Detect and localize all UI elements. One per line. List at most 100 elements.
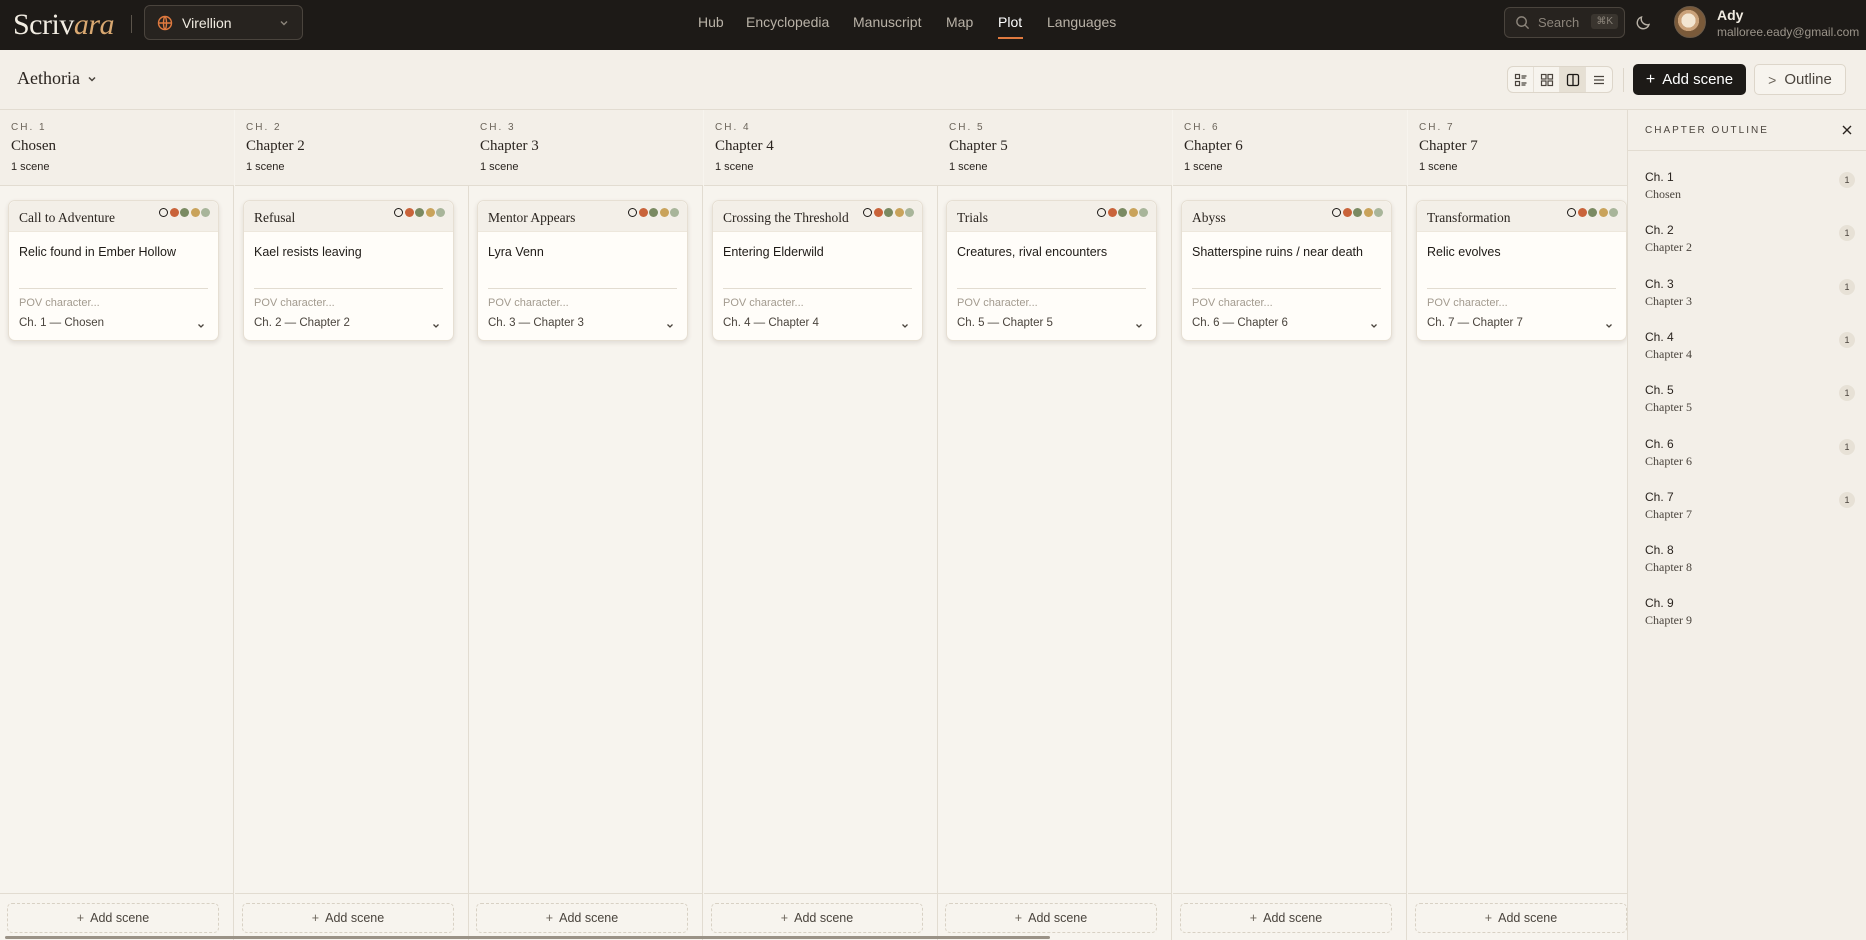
- scene-summary[interactable]: Creatures, rival encounters: [957, 245, 1107, 259]
- color-dot[interactable]: [1332, 208, 1341, 217]
- nav-hub[interactable]: Hub: [698, 14, 724, 30]
- chapter-select[interactable]: Ch. 1 — Chosen: [19, 317, 104, 329]
- scene-title[interactable]: Call to Adventure: [19, 210, 115, 226]
- nav-encyclopedia[interactable]: Encyclopedia: [746, 14, 829, 30]
- world-selector[interactable]: Virellion: [144, 5, 303, 40]
- outline-item[interactable]: Ch. 9 Chapter 9: [1645, 596, 1855, 636]
- outline-item[interactable]: Ch. 6 Chapter 6 1: [1645, 437, 1855, 477]
- outline-item[interactable]: Ch. 3 Chapter 3 1: [1645, 277, 1855, 317]
- color-dot[interactable]: [190, 208, 200, 217]
- scene-title[interactable]: Refusal: [254, 210, 295, 226]
- scene-card[interactable]: Transformation Relic evolves POV charact…: [1416, 200, 1627, 341]
- color-dot[interactable]: [1609, 208, 1618, 217]
- nav-plot[interactable]: Plot: [998, 14, 1022, 30]
- color-dot[interactable]: [1588, 208, 1597, 217]
- chapter-title[interactable]: Chapter 2: [246, 138, 305, 155]
- board-view-button[interactable]: [1560, 67, 1586, 92]
- scene-card[interactable]: Trials Creatures, rival encounters POV c…: [946, 200, 1157, 341]
- scene-card[interactable]: Crossing the Threshold Entering Elderwil…: [712, 200, 923, 341]
- outline-item[interactable]: Ch. 5 Chapter 5 1: [1645, 383, 1855, 423]
- avatar[interactable]: [1674, 6, 1706, 38]
- app-logo[interactable]: Scrivara: [13, 8, 115, 42]
- add-scene-to-column-button[interactable]: + Add scene: [242, 903, 454, 933]
- chapter-select[interactable]: Ch. 2 — Chapter 2: [254, 317, 350, 329]
- moon-icon[interactable]: [1635, 13, 1653, 31]
- color-dot[interactable]: [1097, 208, 1106, 217]
- scene-summary[interactable]: Shatterspine ruins / near death: [1192, 245, 1363, 259]
- search-input[interactable]: Search ⌘K: [1504, 7, 1625, 38]
- chapter-title[interactable]: Chapter 7: [1419, 138, 1478, 155]
- nav-languages[interactable]: Languages: [1047, 14, 1116, 30]
- add-scene-to-column-button[interactable]: + Add scene: [476, 903, 688, 933]
- scene-title[interactable]: Transformation: [1427, 210, 1511, 226]
- chapter-title[interactable]: Chapter 4: [715, 138, 774, 155]
- color-dot[interactable]: [1363, 208, 1373, 217]
- color-dot[interactable]: [628, 208, 637, 217]
- color-dot[interactable]: [1577, 208, 1587, 217]
- pov-input[interactable]: POV character...: [488, 297, 569, 309]
- scene-summary[interactable]: Kael resists leaving: [254, 245, 362, 259]
- pov-input[interactable]: POV character...: [19, 297, 100, 309]
- color-dot[interactable]: [201, 208, 210, 217]
- chapter-title[interactable]: Chapter 3: [480, 138, 539, 155]
- color-dot[interactable]: [425, 208, 435, 217]
- color-dot[interactable]: [404, 208, 414, 217]
- scene-card[interactable]: Call to Adventure Relic found in Ember H…: [8, 200, 219, 341]
- pov-input[interactable]: POV character...: [723, 297, 804, 309]
- chapter-title[interactable]: Chosen: [11, 138, 56, 155]
- chapter-select[interactable]: Ch. 5 — Chapter 5: [957, 317, 1053, 329]
- scene-title[interactable]: Crossing the Threshold: [723, 210, 849, 226]
- list-view-button[interactable]: [1586, 67, 1612, 92]
- color-dot[interactable]: [638, 208, 648, 217]
- color-dot[interactable]: [1353, 208, 1362, 217]
- color-dot[interactable]: [670, 208, 679, 217]
- color-dot[interactable]: [873, 208, 883, 217]
- chapter-select[interactable]: Ch. 7 — Chapter 7: [1427, 317, 1523, 329]
- nav-map[interactable]: Map: [946, 14, 973, 30]
- color-dot[interactable]: [863, 208, 872, 217]
- color-dot[interactable]: [1139, 208, 1148, 217]
- color-dot[interactable]: [905, 208, 914, 217]
- scene-summary[interactable]: Relic evolves: [1427, 245, 1501, 259]
- color-dot[interactable]: [1107, 208, 1117, 217]
- scene-summary[interactable]: Entering Elderwild: [723, 245, 824, 259]
- add-scene-to-column-button[interactable]: + Add scene: [945, 903, 1157, 933]
- scene-card[interactable]: Mentor Appears Lyra Venn POV character..…: [477, 200, 688, 341]
- color-dot[interactable]: [415, 208, 424, 217]
- nav-manuscript[interactable]: Manuscript: [853, 14, 921, 30]
- outline-button[interactable]: > Outline: [1754, 64, 1846, 95]
- color-dot[interactable]: [884, 208, 893, 217]
- scene-card[interactable]: Abyss Shatterspine ruins / near death PO…: [1181, 200, 1392, 341]
- chapter-select[interactable]: Ch. 6 — Chapter 6: [1192, 317, 1288, 329]
- color-dot[interactable]: [1128, 208, 1138, 217]
- color-dot[interactable]: [1118, 208, 1127, 217]
- color-dot[interactable]: [1342, 208, 1352, 217]
- list-detail-view-button[interactable]: [1508, 67, 1534, 92]
- add-scene-to-column-button[interactable]: + Add scene: [711, 903, 923, 933]
- color-dot[interactable]: [436, 208, 445, 217]
- color-dot[interactable]: [180, 208, 189, 217]
- close-icon[interactable]: [1841, 124, 1853, 136]
- chapter-title[interactable]: Chapter 6: [1184, 138, 1243, 155]
- chapter-select[interactable]: Ch. 3 — Chapter 3: [488, 317, 584, 329]
- color-dot[interactable]: [159, 208, 168, 217]
- add-scene-to-column-button[interactable]: + Add scene: [1180, 903, 1392, 933]
- grid-view-button[interactable]: [1534, 67, 1560, 92]
- outline-item[interactable]: Ch. 7 Chapter 7 1: [1645, 490, 1855, 530]
- scene-title[interactable]: Trials: [957, 210, 988, 226]
- pov-input[interactable]: POV character...: [957, 297, 1038, 309]
- chapter-select[interactable]: Ch. 4 — Chapter 4: [723, 317, 819, 329]
- scene-card[interactable]: Refusal Kael resists leaving POV charact…: [243, 200, 454, 341]
- color-dot[interactable]: [1598, 208, 1608, 217]
- color-dot[interactable]: [1374, 208, 1383, 217]
- chapter-title[interactable]: Chapter 5: [949, 138, 1008, 155]
- scene-summary[interactable]: Relic found in Ember Hollow: [19, 245, 176, 259]
- add-scene-button[interactable]: + Add scene: [1633, 64, 1746, 95]
- color-dot[interactable]: [394, 208, 403, 217]
- color-dot[interactable]: [169, 208, 179, 217]
- project-selector[interactable]: Aethoria: [17, 68, 98, 89]
- color-dot[interactable]: [894, 208, 904, 217]
- scene-title[interactable]: Mentor Appears: [488, 210, 575, 226]
- color-dot[interactable]: [659, 208, 669, 217]
- outline-item[interactable]: Ch. 2 Chapter 2 1: [1645, 223, 1855, 263]
